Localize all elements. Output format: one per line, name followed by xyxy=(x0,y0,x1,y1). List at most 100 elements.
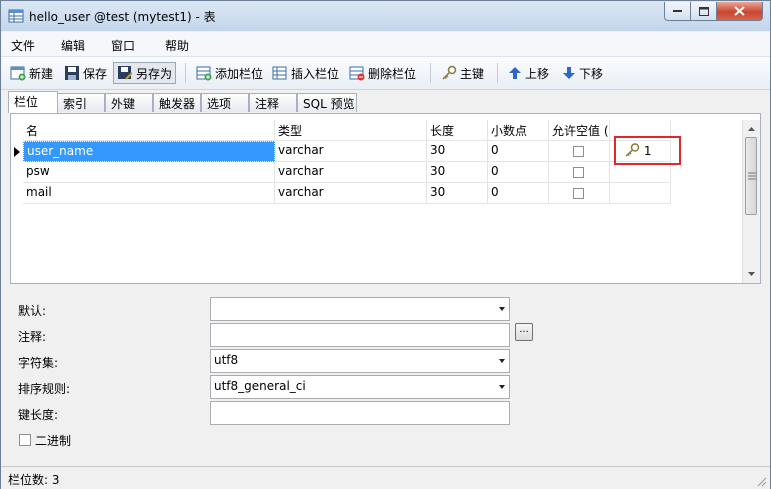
move-up-button[interactable]: 上移 xyxy=(508,62,549,84)
add-field-button[interactable]: 添加栏位 xyxy=(196,62,263,84)
default-select[interactable] xyxy=(210,297,510,321)
status-bar: 栏位数: 3 xyxy=(1,466,770,489)
cell-field-decimal[interactable]: 0 xyxy=(488,141,549,162)
save-icon xyxy=(65,66,79,80)
nullable-checkbox[interactable] xyxy=(573,188,584,199)
cell-field-length[interactable]: 30 xyxy=(427,162,488,183)
toolbar-separator xyxy=(497,63,498,83)
tab-options[interactable]: 选项 xyxy=(201,93,249,112)
menu-window[interactable]: 窗口 xyxy=(111,37,135,54)
scroll-up-arrow-icon[interactable] xyxy=(743,122,760,136)
move-up-label: 上移 xyxy=(525,66,550,81)
save-button[interactable]: 保存 xyxy=(64,62,107,84)
default-label: 默认: xyxy=(18,304,47,318)
column-header-type[interactable]: 类型 xyxy=(275,120,427,141)
menu-edit[interactable]: 编辑 xyxy=(61,37,85,54)
move-down-label: 下移 xyxy=(579,66,604,81)
insert-field-icon xyxy=(272,66,287,80)
save-as-button-label: 另存为 xyxy=(136,66,173,81)
menu-bar: 文件 编辑 窗口 帮助 xyxy=(1,32,770,57)
cell-field-decimal[interactable]: 0 xyxy=(488,162,549,183)
tab-sql-preview[interactable]: SQL 预览 xyxy=(297,93,357,112)
move-down-button[interactable]: 下移 xyxy=(562,62,603,84)
cell-field-name[interactable]: mail xyxy=(23,183,275,204)
maximize-icon xyxy=(698,6,709,16)
comment-input[interactable] xyxy=(210,323,510,347)
tab-comments[interactable]: 注释 xyxy=(249,93,297,112)
collation-label: 排序规则: xyxy=(18,382,71,396)
new-button[interactable]: 新建 xyxy=(10,62,53,84)
column-header-nullable[interactable]: 允许空值 ( xyxy=(549,120,610,141)
comment-edit-button[interactable]: ... xyxy=(515,323,533,341)
tab-indexes[interactable]: 索引 xyxy=(57,93,105,112)
key-length-input[interactable] xyxy=(210,401,510,425)
save-button-label: 保存 xyxy=(83,66,108,81)
add-field-icon xyxy=(196,66,212,81)
collation-value: utf8_general_ci xyxy=(214,379,306,393)
tab-triggers[interactable]: 触发器 xyxy=(153,93,201,112)
row-pointer-icon xyxy=(14,147,20,157)
key-length-label: 键长度: xyxy=(18,408,59,422)
save-as-button[interactable]: 另存为 xyxy=(113,62,177,84)
current-row-indicator xyxy=(14,146,23,167)
table-designer-window: hello_user @test (mytest1) - 表 文件 编辑 窗口 … xyxy=(0,0,771,489)
column-header-length[interactable]: 长度 xyxy=(427,120,488,141)
cell-field-name[interactable]: psw xyxy=(23,162,275,183)
resize-grip-icon[interactable] xyxy=(755,475,767,487)
delete-field-label: 删除栏位 xyxy=(368,66,417,81)
menu-file[interactable]: 文件 xyxy=(11,37,35,54)
insert-field-button[interactable]: 插入栏位 xyxy=(272,62,339,84)
nullable-checkbox[interactable] xyxy=(573,146,584,157)
scroll-down-arrow-icon[interactable] xyxy=(743,267,760,281)
cell-field-nullable[interactable] xyxy=(549,162,610,183)
insert-field-label: 插入栏位 xyxy=(291,66,340,81)
cell-field-name[interactable]: user_name xyxy=(23,141,275,162)
cell-field-nullable[interactable] xyxy=(549,183,610,204)
column-header-decimal[interactable]: 小数点 xyxy=(488,120,549,141)
toolbar: 新建 保存 另存为 添加栏位 插入栏位 删除栏位 主键 上移 下移 xyxy=(1,57,770,90)
cell-field-length[interactable]: 30 xyxy=(427,183,488,204)
cell-field-type[interactable]: varchar xyxy=(275,183,427,204)
dropdown-arrow-icon xyxy=(499,307,505,311)
fields-grid: 名 类型 长度 小数点 允许空值 ( user_name varchar 30 … xyxy=(10,113,761,284)
vertical-scrollbar[interactable] xyxy=(742,120,760,283)
cell-field-decimal[interactable]: 0 xyxy=(488,183,549,204)
charset-label: 字符集: xyxy=(18,356,59,370)
grid-header: 名 类型 长度 小数点 允许空值 ( xyxy=(11,120,671,141)
collation-select[interactable]: utf8_general_ci xyxy=(210,375,510,399)
close-icon xyxy=(734,6,745,16)
primary-key-button[interactable]: 主键 xyxy=(441,62,484,84)
toolbar-separator xyxy=(430,63,431,83)
save-as-icon xyxy=(118,66,133,80)
tab-fields[interactable]: 栏位 xyxy=(8,91,58,113)
binary-checkbox[interactable] xyxy=(19,434,31,446)
comment-label: 注释: xyxy=(18,330,47,344)
new-button-label: 新建 xyxy=(29,66,54,81)
cell-field-length[interactable]: 30 xyxy=(427,141,488,162)
cell-field-type[interactable]: varchar xyxy=(275,141,427,162)
arrow-down-icon xyxy=(563,67,575,79)
nullable-checkbox[interactable] xyxy=(573,167,584,178)
toolbar-separator xyxy=(185,63,186,83)
binary-label: 二进制 xyxy=(35,434,72,448)
highlight-annotation-box xyxy=(614,136,681,165)
column-header-name[interactable]: 名 xyxy=(23,120,275,141)
key-icon xyxy=(442,65,457,80)
grip-icon xyxy=(748,172,756,180)
scrollbar-thumb[interactable] xyxy=(745,137,757,215)
dropdown-arrow-icon xyxy=(499,385,505,389)
minimize-button[interactable] xyxy=(664,2,691,21)
cell-field-key[interactable] xyxy=(610,183,671,204)
tab-bar: 栏位 索引 外键 触发器 选项 注释 SQL 预览 xyxy=(1,91,770,113)
minimize-icon xyxy=(673,10,682,12)
maximize-button[interactable] xyxy=(691,2,717,21)
charset-select[interactable]: utf8 xyxy=(210,349,510,373)
title-bar[interactable]: hello_user @test (mytest1) - 表 xyxy=(1,1,770,31)
tab-foreign-keys[interactable]: 外键 xyxy=(105,93,153,112)
delete-field-button[interactable]: 删除栏位 xyxy=(349,62,416,84)
menu-help[interactable]: 帮助 xyxy=(165,37,189,54)
cell-field-type[interactable]: varchar xyxy=(275,162,427,183)
cell-field-nullable[interactable] xyxy=(549,141,610,162)
cell-field-key[interactable] xyxy=(610,162,671,183)
close-button[interactable] xyxy=(717,2,763,21)
